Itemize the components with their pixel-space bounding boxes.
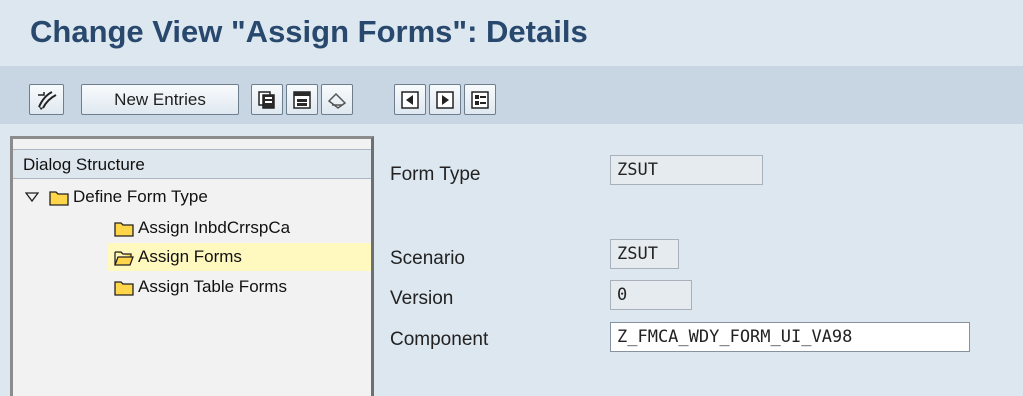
select-all-icon (471, 90, 489, 109)
previous-entry-icon (401, 90, 419, 109)
title-bar: Change View "Assign Forms": Details (0, 0, 1023, 66)
tree-item-assign-inbdcrrspca[interactable]: Assign InbdCrrspCa (114, 214, 290, 242)
tree-item-label: Assign Forms (138, 247, 242, 266)
tree-item-assign-table-forms[interactable]: Assign Table Forms (114, 273, 287, 301)
main-content: Dialog Structure Define Form Type Assign… (0, 124, 1023, 396)
open-folder-icon (114, 250, 134, 266)
form-type-label: Form Type (390, 164, 481, 185)
next-entry-icon (436, 90, 454, 109)
page-title: Change View "Assign Forms": Details (30, 14, 588, 49)
undo-change-icon (327, 92, 347, 109)
expand-triangle-icon[interactable] (25, 191, 39, 203)
tree-item-label: Assign InbdCrrspCa (138, 218, 291, 237)
tree-item-label: Define Form Type (73, 187, 208, 206)
previous-entry-button[interactable] (394, 84, 426, 115)
display-change-icon (37, 90, 56, 110)
component-input[interactable]: Z_FMCA_WDY_FORM_UI_VA98 (610, 322, 970, 352)
folder-icon (114, 280, 134, 296)
dialog-structure-header: Dialog Structure (13, 149, 371, 179)
folder-icon (49, 190, 69, 206)
component-label: Component (390, 329, 489, 350)
version-label: Version (390, 288, 454, 309)
delete-icon (293, 90, 311, 109)
version-field[interactable]: 0 (610, 280, 692, 310)
tree-item-define-form-type[interactable]: Define Form Type (25, 183, 208, 211)
scenario-label: Scenario (390, 248, 465, 269)
scenario-field[interactable]: ZSUT (610, 239, 679, 269)
copy-as-icon (258, 90, 275, 109)
application-toolbar: New Entries (0, 66, 1023, 124)
undo-change-button[interactable] (321, 84, 353, 115)
form-type-field[interactable]: ZSUT (610, 155, 763, 185)
display-change-button[interactable] (29, 84, 64, 115)
copy-as-button[interactable] (251, 84, 283, 115)
new-entries-button[interactable]: New Entries (81, 84, 239, 115)
tree-item-assign-forms[interactable]: Assign Forms (108, 243, 371, 271)
folder-icon (114, 221, 134, 237)
dialog-structure-panel: Dialog Structure Define Form Type Assign… (10, 136, 374, 396)
delete-button[interactable] (286, 84, 318, 115)
next-entry-button[interactable] (429, 84, 461, 115)
new-entries-label: New Entries (114, 89, 206, 109)
select-all-button[interactable] (464, 84, 496, 115)
tree-item-label: Assign Table Forms (138, 277, 287, 296)
